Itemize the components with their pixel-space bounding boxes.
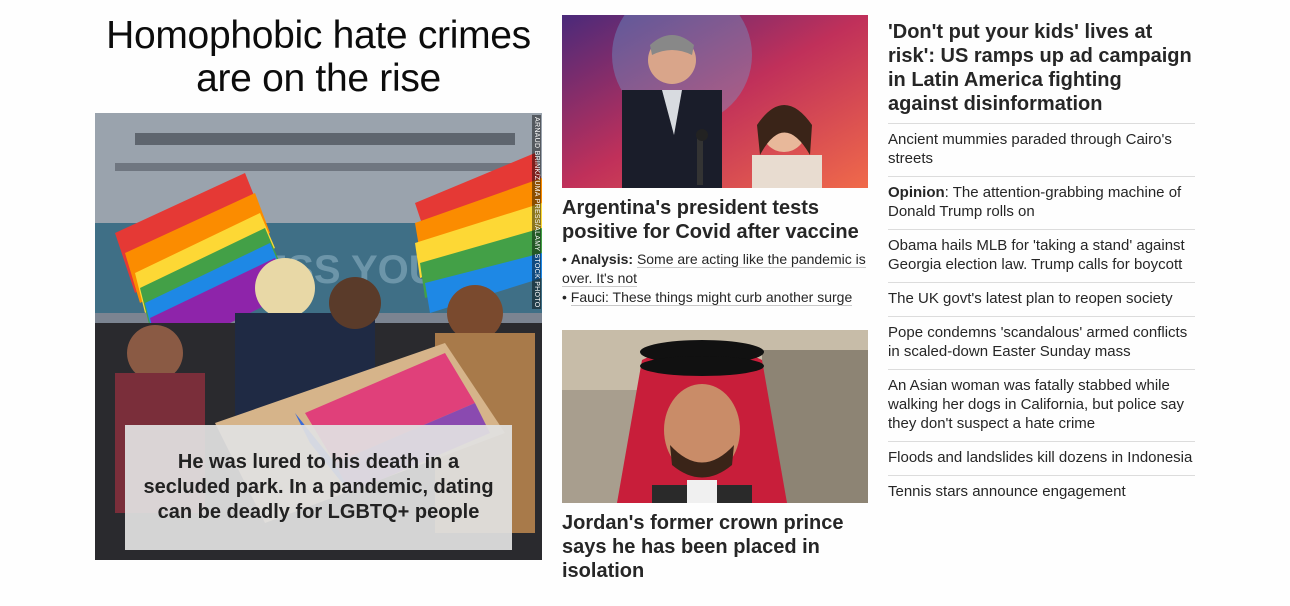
middle-column: Argentina's president tests positive for… (562, 15, 868, 589)
headline-item[interactable]: Ancient mummies paraded through Cairo's … (888, 123, 1195, 176)
headline-item[interactable]: Opinion: The attention-grabbing machine … (888, 176, 1195, 229)
argentina-photo (562, 15, 868, 188)
headline-text[interactable]: An Asian woman was fatally stabbed while… (888, 377, 1184, 432)
hero-caption-box[interactable]: He was lured to his death in a secluded … (125, 425, 512, 550)
headline-text[interactable]: Pope condemns 'scandalous' armed conflic… (888, 324, 1187, 360)
argentina-related-links: • Analysis: Some are acting like the pan… (562, 250, 868, 307)
analysis-label: Analysis: (570, 251, 634, 267)
headline-item[interactable]: Pope condemns 'scandalous' armed conflic… (888, 316, 1195, 369)
headline-list: Ancient mummies paraded through Cairo's … (888, 123, 1195, 509)
headline-list-column: 'Don't put your kids' lives at risk': US… (888, 20, 1195, 509)
related-link-text[interactable]: Fauci: These things might curb another s… (570, 289, 853, 306)
headline-text[interactable]: Obama hails MLB for 'taking a stand' aga… (888, 237, 1185, 273)
story-card-jordan: Jordan's former crown prince says he has… (562, 330, 868, 583)
argentina-image[interactable] (562, 15, 868, 188)
jordan-photo (562, 330, 868, 503)
hero-caption[interactable]: He was lured to his death in a secluded … (125, 450, 512, 525)
jordan-image[interactable] (562, 330, 868, 503)
related-link[interactable]: • Fauci: These things might curb another… (562, 288, 868, 307)
hero-title[interactable]: Homophobic hate crimes are on the rise (95, 12, 542, 113)
headline-item[interactable]: Obama hails MLB for 'taking a stand' aga… (888, 229, 1195, 282)
headline-item[interactable]: An Asian woman was fatally stabbed while… (888, 369, 1195, 441)
headline-text[interactable]: The UK govt's latest plan to reopen soci… (888, 290, 1173, 307)
argentina-headline[interactable]: Argentina's president tests positive for… (562, 196, 868, 244)
headline-text[interactable]: Ancient mummies paraded through Cairo's … (888, 131, 1172, 167)
headline-text[interactable]: Tennis stars announce engagement (888, 483, 1126, 500)
headline-text[interactable]: Floods and landslides kill dozens in Ind… (888, 449, 1192, 466)
opinion-label: Opinion (888, 184, 945, 201)
related-link[interactable]: • Analysis: Some are acting like the pan… (562, 250, 868, 288)
photo-credit: ARNAUD BRINK/ZUMA PRESS/ALAMY STOCK PHOT… (532, 115, 541, 310)
lead-headline[interactable]: 'Don't put your kids' lives at risk': US… (888, 20, 1195, 116)
headline-item[interactable]: The UK govt's latest plan to reopen soci… (888, 282, 1195, 316)
jordan-headline[interactable]: Jordan's former crown prince says he has… (562, 511, 868, 583)
story-card-argentina: Argentina's president tests positive for… (562, 15, 868, 307)
hero-image[interactable]: PRESS YOUR ARNAUD BRINK/ZUMA PRESS/ALAMY… (95, 113, 542, 560)
headline-item[interactable]: Tennis stars announce engagement (888, 475, 1195, 509)
hero-story: Homophobic hate crimes are on the rise P… (95, 12, 542, 560)
headline-item[interactable]: Floods and landslides kill dozens in Ind… (888, 441, 1195, 475)
